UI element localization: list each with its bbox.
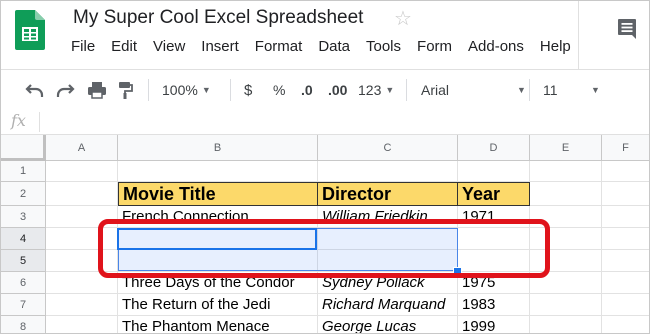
menu-format[interactable]: Format [255, 38, 303, 60]
column-header-b[interactable]: B [118, 135, 318, 161]
cell-d1[interactable] [458, 161, 530, 182]
zoom-value: 100% [162, 82, 198, 98]
decrease-decimal-button[interactable]: .0 [301, 70, 313, 110]
undo-icon[interactable] [25, 81, 45, 99]
column-header-d[interactable]: D [458, 135, 530, 161]
cell-d2[interactable]: Year [458, 182, 530, 206]
cell-d8[interactable]: 1999 [458, 316, 530, 333]
menu-help[interactable]: Help [540, 38, 571, 60]
cell-f1[interactable] [602, 161, 649, 182]
row-header-5[interactable]: 5 [1, 250, 46, 272]
cell-b2[interactable]: Movie Title [118, 182, 318, 206]
row-header-1[interactable]: 1 [1, 161, 46, 182]
chevron-down-icon: ▼ [591, 85, 600, 95]
document-title[interactable]: My Super Cool Excel Spreadsheet [73, 7, 363, 29]
menu-form[interactable]: Form [417, 38, 452, 60]
cell-c8[interactable]: George Lucas [318, 316, 458, 333]
fx-label: fx [11, 111, 26, 130]
column-header-e[interactable]: E [530, 135, 602, 161]
number-format-value: 123 [358, 82, 382, 98]
redo-icon[interactable] [55, 81, 75, 99]
chat-icon[interactable] [617, 18, 637, 40]
header-divider [578, 1, 579, 69]
font-select[interactable]: Arial ▼ [421, 70, 526, 110]
row-header-6[interactable]: 6 [1, 272, 46, 294]
sheets-logo[interactable] [15, 10, 45, 50]
toolbar-divider [529, 79, 530, 101]
font-size-select[interactable]: 11 ▼ [543, 70, 600, 110]
cell-f6[interactable] [602, 272, 649, 294]
cell-f8[interactable] [602, 316, 649, 333]
row-header-8[interactable]: 8 [1, 316, 46, 333]
font-size-value: 11 [543, 82, 558, 98]
menu-edit[interactable]: Edit [111, 38, 137, 60]
menu-insert[interactable]: Insert [201, 38, 239, 60]
print-icon[interactable] [87, 80, 107, 100]
select-all-corner[interactable] [1, 135, 46, 161]
cell-d7[interactable]: 1983 [458, 294, 530, 316]
cell-f2[interactable] [602, 182, 649, 206]
highlight-annotation [98, 219, 550, 278]
cell-a2[interactable] [46, 182, 118, 206]
column-header-a[interactable]: A [46, 135, 118, 161]
toolbar-divider [230, 79, 231, 101]
cell-e8[interactable] [530, 316, 602, 333]
currency-button[interactable]: $ [244, 70, 252, 110]
cell-a7[interactable] [46, 294, 118, 316]
cell-a8[interactable] [46, 316, 118, 333]
row-header-3[interactable]: 3 [1, 206, 46, 228]
row-header-7[interactable]: 7 [1, 294, 46, 316]
menu-data[interactable]: Data [318, 38, 350, 60]
cell-f4[interactable] [602, 228, 649, 250]
cell-b1[interactable] [118, 161, 318, 182]
row-header-2[interactable]: 2 [1, 182, 46, 206]
chevron-down-icon: ▼ [517, 85, 526, 95]
row-header-4[interactable]: 4 [1, 228, 46, 250]
menu-file[interactable]: File [71, 38, 95, 60]
cell-c7[interactable]: Richard Marquand [318, 294, 458, 316]
sheet-grid: A B C D E F 1 2 3 4 5 6 7 8 Movie Title … [1, 135, 649, 333]
chevron-down-icon: ▼ [201, 85, 211, 95]
cell-f5[interactable] [602, 250, 649, 272]
cell-c2[interactable]: Director [318, 182, 458, 206]
cell-b8[interactable]: The Phantom Menace [118, 316, 318, 333]
cell-c1[interactable] [318, 161, 458, 182]
cell-e2[interactable] [530, 182, 602, 206]
increase-decimal-button[interactable]: .00 [328, 70, 347, 110]
menu-tools[interactable]: Tools [366, 38, 401, 60]
formula-bar: fx [1, 110, 649, 135]
menu-view[interactable]: View [153, 38, 185, 60]
column-header-f[interactable]: F [602, 135, 649, 161]
font-value: Arial [421, 82, 450, 98]
cell-f7[interactable] [602, 294, 649, 316]
toolbar: 100% ▼ $ % .0 .00 123 ▼ Arial ▼ 11 ▼ [1, 69, 649, 111]
toolbar-divider [406, 79, 407, 101]
column-header-c[interactable]: C [318, 135, 458, 161]
chevron-down-icon: ▼ [385, 85, 395, 95]
star-icon[interactable]: ☆ [394, 6, 412, 31]
zoom-select[interactable]: 100% ▼ [162, 70, 211, 110]
percent-button[interactable]: % [273, 70, 285, 110]
menu-bar: File Edit View Insert Format Data Tools … [71, 38, 587, 60]
toolbar-divider [148, 79, 149, 101]
menu-addons[interactable]: Add-ons [468, 38, 524, 60]
formula-divider [39, 112, 40, 132]
sheets-window: My Super Cool Excel Spreadsheet ☆ File E… [0, 0, 650, 334]
cell-b7[interactable]: The Return of the Jedi [118, 294, 318, 316]
cell-e7[interactable] [530, 294, 602, 316]
paint-format-icon[interactable] [118, 80, 134, 100]
cell-f3[interactable] [602, 206, 649, 228]
app-header: My Super Cool Excel Spreadsheet ☆ File E… [1, 1, 649, 69]
number-format-select[interactable]: 123 ▼ [358, 70, 394, 110]
cell-a1[interactable] [46, 161, 118, 182]
cell-e1[interactable] [530, 161, 602, 182]
formula-input[interactable] [47, 113, 637, 131]
